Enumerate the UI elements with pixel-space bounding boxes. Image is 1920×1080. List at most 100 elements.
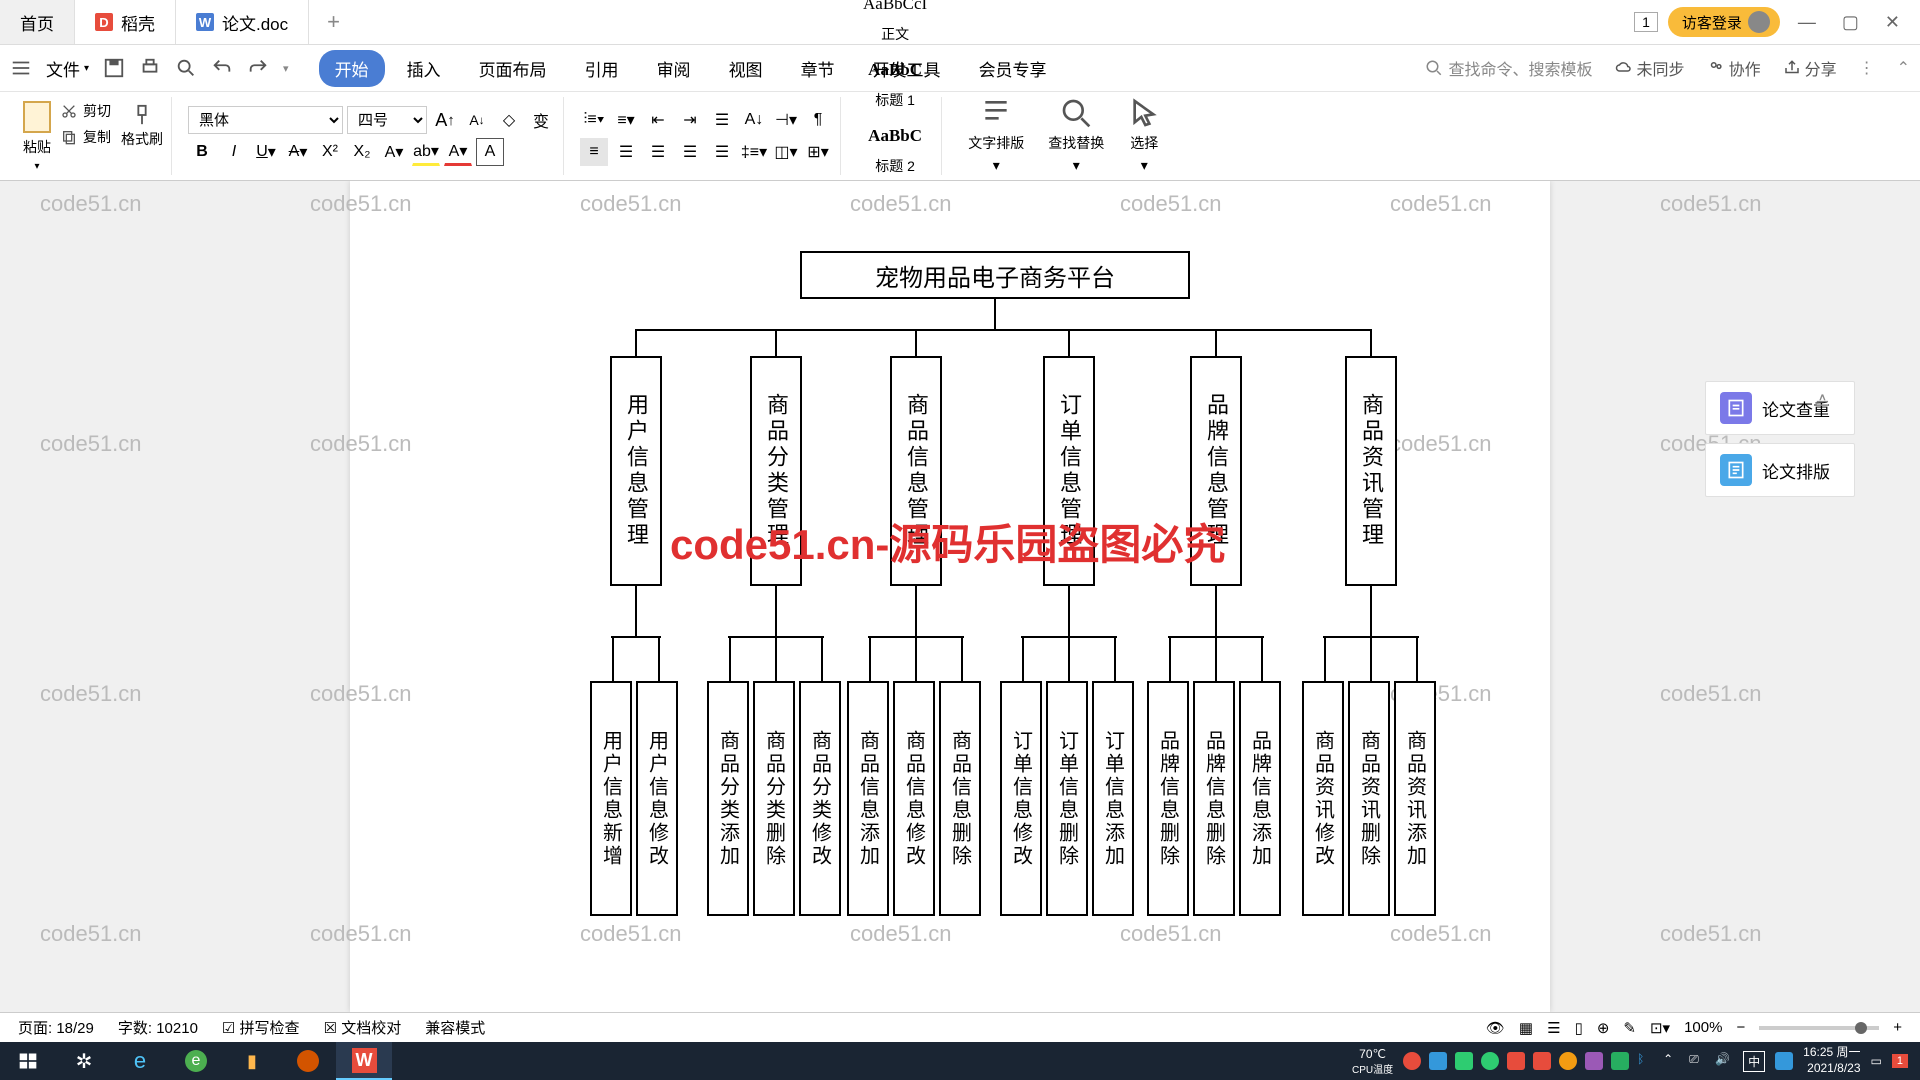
menu-member[interactable]: 会员专享 [963, 50, 1063, 87]
zoom-slider[interactable] [1759, 1026, 1879, 1030]
border-button[interactable]: ⊞▾ [804, 138, 832, 166]
sync-status[interactable]: 未同步 [1615, 56, 1685, 80]
find-replace-button[interactable]: 查找替换▾ [1038, 97, 1114, 175]
indent-decrease-button[interactable]: ⇤ [644, 106, 672, 134]
undo-icon[interactable] [211, 57, 233, 79]
tray-bluetooth-icon[interactable]: ᛒ [1637, 1052, 1655, 1070]
menu-view[interactable]: 视图 [713, 50, 779, 87]
cpu-temp[interactable]: 70℃CPU温度 [1352, 1047, 1393, 1076]
align-left-button[interactable]: ≡ [580, 138, 608, 166]
style-heading2[interactable]: AaBbC标题 2 [862, 122, 928, 180]
underline-button[interactable]: U▾ [252, 138, 280, 166]
ime-indicator[interactable]: 中 [1743, 1051, 1765, 1072]
subscript-button[interactable]: X₂ [348, 138, 376, 166]
page-indicator[interactable]: 页面: 18/29 [18, 1017, 94, 1038]
tray-volume-icon[interactable]: 🔊 [1715, 1052, 1733, 1070]
eye-icon[interactable]: 👁 [1486, 1019, 1505, 1037]
tray-chevron-icon[interactable]: ⌃ [1663, 1052, 1681, 1070]
align-justify-button[interactable]: ☰ [676, 138, 704, 166]
view-outline-icon[interactable]: ☰ [1547, 1019, 1560, 1037]
font-color-button[interactable]: A▾ [444, 138, 472, 166]
collab-button[interactable]: 协作 [1707, 56, 1761, 80]
tab-document[interactable]: W 论文.doc [176, 0, 309, 44]
align-distribute-button[interactable]: ☰ [708, 138, 736, 166]
minimize-button[interactable]: — [1790, 12, 1824, 33]
notification-icon[interactable]: ▭ [1871, 1054, 1882, 1068]
word-count[interactable]: 字数: 10210 [118, 1017, 198, 1038]
asian-layout-button[interactable]: ☰ [708, 106, 736, 134]
tray-search-icon[interactable] [1775, 1052, 1793, 1070]
font-size-select[interactable]: 四号 [347, 106, 427, 134]
style-heading1[interactable]: AaBbC标题 1 [862, 56, 928, 114]
tray-icon-3[interactable] [1455, 1052, 1473, 1070]
shrink-font-button[interactable]: A↓ [463, 106, 491, 134]
task-copilot[interactable]: ✲ [56, 1042, 112, 1080]
shading-button[interactable]: ◫▾ [772, 138, 800, 166]
superscript-button[interactable]: X² [316, 138, 344, 166]
view-web-icon[interactable]: ⊕ [1597, 1019, 1610, 1037]
cut-button[interactable]: 剪切 [61, 101, 111, 121]
char-border-button[interactable]: A [476, 138, 504, 166]
align-right-button[interactable]: ☰ [644, 138, 672, 166]
fit-icon[interactable]: ⊡▾ [1650, 1019, 1670, 1037]
collapse-ribbon-icon[interactable]: ⌃ [1897, 58, 1910, 78]
print-icon[interactable] [139, 57, 161, 79]
text-layout-button[interactable]: 文字排版▾ [958, 97, 1034, 175]
tab-daoke[interactable]: D 稻壳 [75, 0, 176, 44]
notification-badge[interactable]: 1 [1892, 1054, 1908, 1068]
menu-review[interactable]: 审阅 [641, 50, 707, 87]
pen-icon[interactable]: ✎ [1623, 1019, 1636, 1037]
text-effect-button[interactable]: A▾ [380, 138, 408, 166]
font-name-select[interactable]: 黑体 [188, 106, 343, 134]
redo-icon[interactable] [247, 57, 269, 79]
clock[interactable]: 16:25 周一 2021/8/23 [1803, 1045, 1860, 1076]
task-explorer[interactable]: ▮ [224, 1042, 280, 1080]
menu-insert[interactable]: 插入 [391, 50, 457, 87]
highlight-button[interactable]: ab▾ [412, 138, 440, 166]
command-search[interactable]: 查找命令、搜索模板 [1425, 56, 1593, 80]
tray-network-icon[interactable]: ⎚ [1689, 1052, 1707, 1070]
task-wps[interactable]: W [336, 1042, 392, 1080]
grow-font-button[interactable]: A↑ [431, 106, 459, 134]
view-page-icon[interactable]: ▦ [1519, 1019, 1533, 1037]
share-button[interactable]: 分享 [1783, 56, 1837, 80]
tab-button[interactable]: ⊣▾ [772, 106, 800, 134]
align-center-button[interactable]: ☰ [612, 138, 640, 166]
zoom-thumb[interactable] [1855, 1022, 1867, 1034]
start-button[interactable] [0, 1042, 56, 1080]
clear-format-button[interactable]: ◇ [495, 106, 523, 134]
tray-icon-2[interactable] [1429, 1052, 1447, 1070]
strikethrough-button[interactable]: A▾ [284, 138, 312, 166]
doc-proof[interactable]: ☒ 文档校对 [324, 1017, 402, 1038]
tray-icon-6[interactable] [1533, 1052, 1551, 1070]
select-button[interactable]: 选择▾ [1118, 97, 1170, 175]
copy-button[interactable]: 复制 [61, 127, 111, 147]
tab-home[interactable]: 首页 [0, 0, 75, 44]
zoom-value[interactable]: 100% [1684, 1019, 1722, 1036]
tray-icon-8[interactable] [1585, 1052, 1603, 1070]
more-icon[interactable]: ⋮ [1859, 58, 1875, 78]
tray-icon-4[interactable] [1481, 1052, 1499, 1070]
italic-button[interactable]: I [220, 138, 248, 166]
paper-layout-button[interactable]: 论文排版 [1705, 443, 1855, 497]
task-ie[interactable]: e [112, 1042, 168, 1080]
zoom-out-button[interactable]: − [1736, 1019, 1745, 1036]
close-button[interactable]: ✕ [1877, 12, 1908, 33]
qat-dropdown-icon[interactable]: ▾ [283, 62, 289, 75]
line-spacing-button[interactable]: ‡≡▾ [740, 138, 768, 166]
task-360[interactable]: e [168, 1042, 224, 1080]
menu-start[interactable]: 开始 [319, 50, 385, 87]
bold-button[interactable]: B [188, 138, 216, 166]
paste-button[interactable]: 粘贴▾ [23, 101, 51, 172]
show-marks-button[interactable]: ¶ [804, 106, 832, 134]
paper-check-button[interactable]: 论文查重 [1705, 381, 1855, 435]
style-normal[interactable]: AaBbCcI正文 [857, 0, 933, 48]
menu-chapter[interactable]: 章节 [785, 50, 851, 87]
bullets-button[interactable]: ⫶≡▾ [580, 106, 608, 134]
zoom-in-button[interactable]: + [1893, 1019, 1902, 1036]
hamburger-icon[interactable] [10, 57, 32, 79]
guest-login-button[interactable]: 访客登录 [1668, 7, 1780, 37]
menu-reference[interactable]: 引用 [569, 50, 635, 87]
tab-new[interactable]: + [309, 0, 358, 44]
tray-icon-1[interactable] [1403, 1052, 1421, 1070]
